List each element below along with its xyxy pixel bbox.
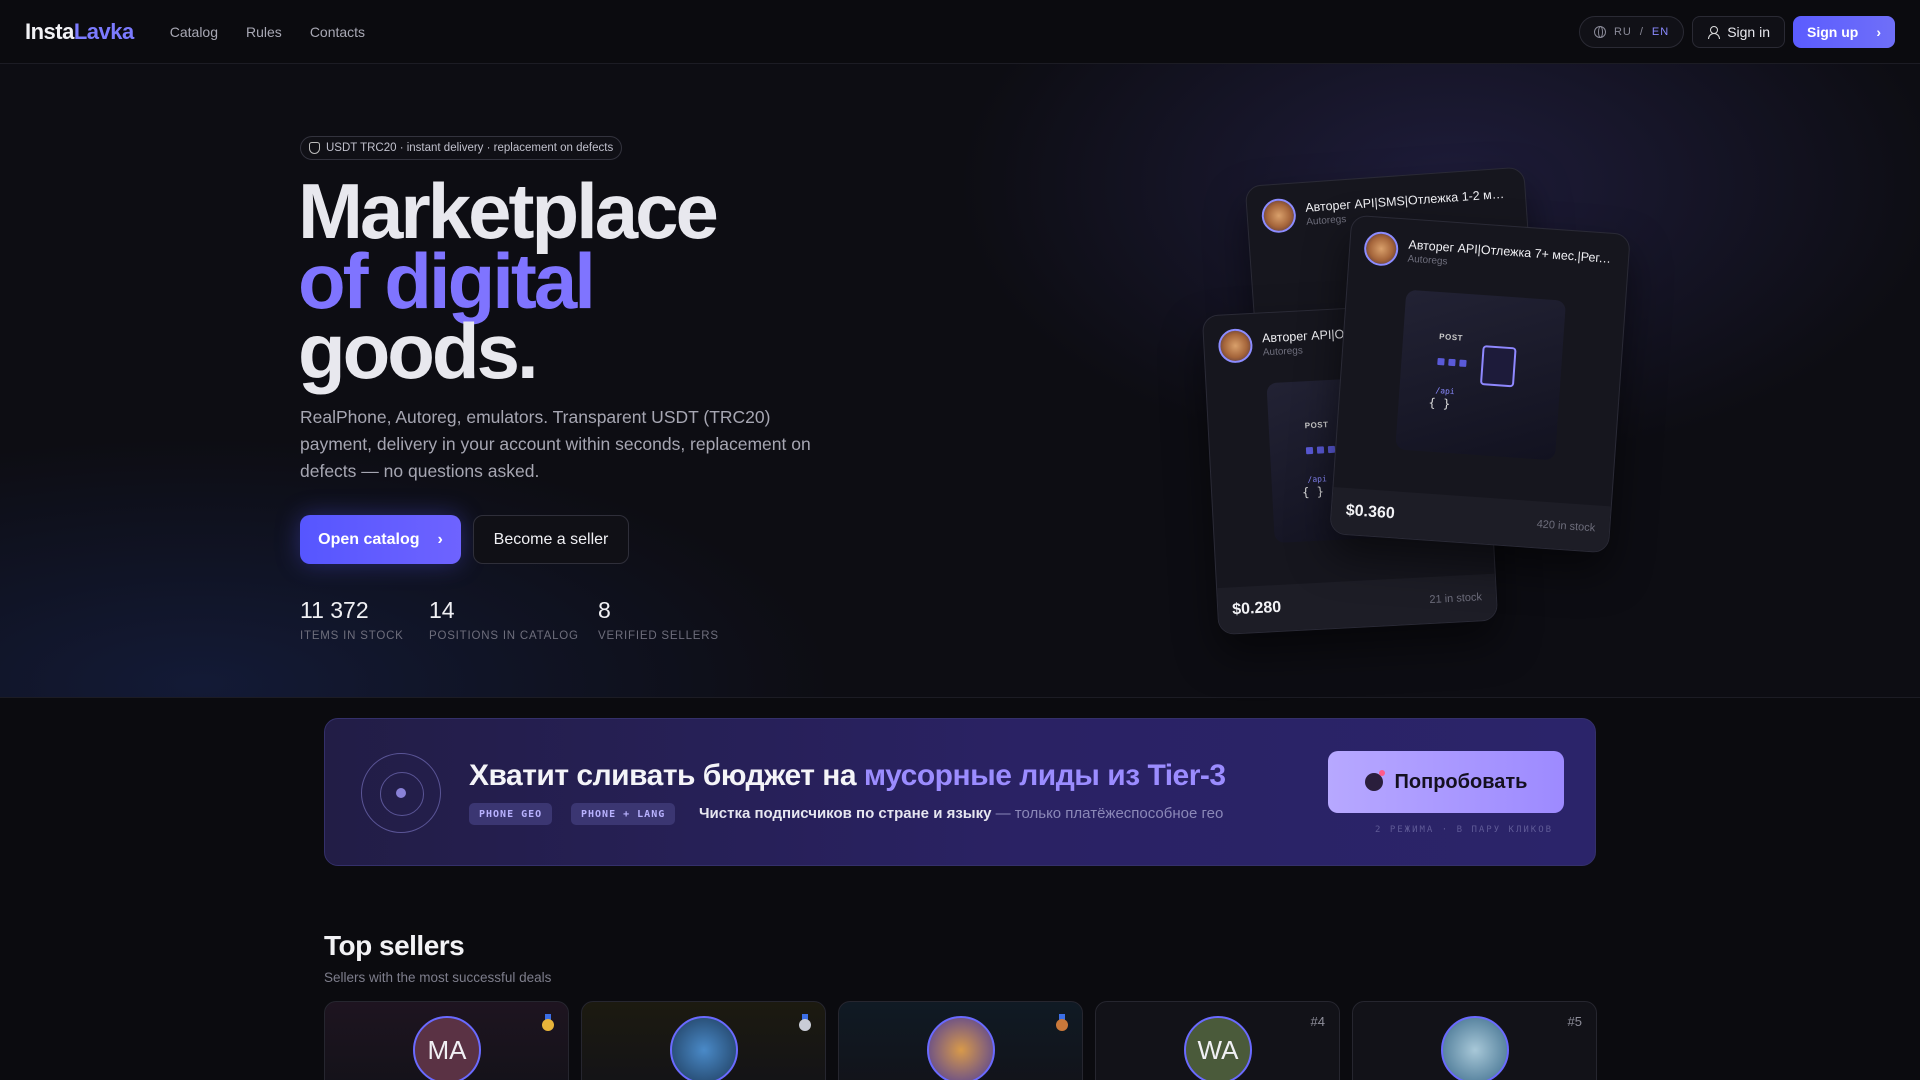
stat-value: 8 (598, 597, 611, 623)
seller-avatar (1260, 197, 1297, 234)
stat-label: VERIFIED SELLERS (598, 630, 719, 642)
card-stock: 21 in stock (1429, 591, 1483, 607)
feature-pill: USDT TRC20 · instant delivery · replacem… (300, 136, 623, 160)
hero-section: USDT TRC20 · instant delivery · replacem… (0, 64, 1920, 698)
avatar-initials: WA (1197, 1034, 1239, 1065)
post-label: POST (1438, 332, 1464, 343)
stat-label: ITEMS IN STOCK (300, 630, 404, 642)
avatar-initials: MA (427, 1034, 467, 1065)
avatar (927, 1016, 995, 1080)
feature-pill-text: USDT TRC20 · instant delivery · replacem… (326, 142, 614, 154)
card-footer: $0.280 21 in stock (1217, 573, 1498, 635)
banner-subtitle-rest: — только платёжеспособное гео (991, 805, 1224, 822)
seller-card[interactable] (838, 1001, 1083, 1080)
api-dots-icon (1305, 445, 1336, 455)
banner-subtitle-bold: Чистка подписчиков по стране и языку (699, 805, 992, 822)
banner-note: 2 РЕЖИМА · В ПАРУ КЛИКОВ (1375, 825, 1554, 835)
stat-items-in-stock: 11 372 ITEMS IN STOCK (300, 597, 404, 642)
banner-tag: PHONE GEO (469, 803, 553, 825)
product-card[interactable]: Авторег API|Отлежка 7+ мес.|Рег. 1... Au… (1329, 214, 1631, 554)
stat-value: 11 372 (300, 597, 369, 623)
chevron-right-icon: › (437, 530, 443, 548)
logo-text-lavka: Lavka (73, 18, 134, 44)
nav-links: Catalog Rules Contacts (170, 24, 365, 40)
bronze-medal-icon (1056, 1014, 1068, 1031)
hero-headline: Marketplace of digital goods. (298, 167, 719, 395)
card-price: $0.360 (1345, 501, 1396, 523)
lang-ru[interactable]: RU (1614, 26, 1632, 38)
document-icon (1479, 345, 1517, 388)
try-button[interactable]: Попробовать (1328, 751, 1564, 813)
api-label: /api (1435, 385, 1455, 397)
site-logo[interactable]: InstaLavka (25, 19, 134, 45)
become-seller-label: Become a seller (493, 530, 609, 548)
card-stock: 420 in stock (1536, 518, 1596, 535)
sign-up-label: Sign up (1807, 23, 1859, 40)
globe-icon (1593, 25, 1606, 38)
stat-label: POSITIONS IN CATALOG (429, 630, 579, 642)
braces-label: { } (1428, 395, 1451, 411)
open-catalog-button[interactable]: Open catalog › (300, 515, 461, 564)
sign-in-label: Sign in (1727, 23, 1770, 40)
banner-tag: PHONE + LANG (571, 803, 676, 825)
nav-link-rules[interactable]: Rules (246, 24, 282, 40)
seller-card[interactable]: MA (324, 1001, 569, 1080)
language-switcher[interactable]: RU / EN (1578, 15, 1685, 48)
card-header: Авторег API|Отлежка 7+ мес.|Рег. 1... Au… (1349, 216, 1630, 283)
promo-banner[interactable]: Хватит сливать бюджет на мусорные лиды и… (324, 718, 1596, 866)
seller-rank: #4 (1310, 1014, 1325, 1029)
logo-text-insta: Insta (25, 18, 74, 44)
banner-title: Хватит сливать бюджет на мусорные лиды и… (469, 759, 1226, 793)
seller-card[interactable] (581, 1001, 826, 1080)
card-image: POST /api { } (1395, 289, 1567, 461)
sign-in-button[interactable]: Sign in (1692, 15, 1785, 48)
card-seller: Autoregs (1262, 344, 1304, 358)
avatar: WA (1184, 1016, 1252, 1080)
silver-medal-icon (799, 1014, 811, 1031)
headline-line-1: Marketplace (298, 167, 719, 255)
api-dots-icon (1437, 357, 1467, 367)
seller-card[interactable]: #5 (1352, 1001, 1597, 1080)
nav-actions: RU / EN Sign in Sign up › (1578, 15, 1895, 48)
sign-up-button[interactable]: Sign up › (1793, 15, 1895, 48)
banner-title-highlight: мусорные лиды из Tier-3 (863, 759, 1226, 792)
card-price: $0.280 (1231, 598, 1282, 619)
headline-line-2: of digital (298, 237, 596, 325)
open-catalog-label: Open catalog (318, 530, 420, 548)
top-navbar: InstaLavka Catalog Rules Contacts RU / E… (0, 0, 1920, 64)
seller-card[interactable]: WA #4 (1095, 1001, 1340, 1080)
nav-link-contacts[interactable]: Contacts (310, 24, 365, 40)
section-subtitle: Sellers with the most successful deals (324, 970, 552, 985)
hero-description: RealPhone, Autoreg, emulators. Transpare… (300, 407, 811, 481)
stat-sellers: 8 VERIFIED SELLERS (598, 597, 719, 642)
lang-separator: / (1639, 25, 1644, 38)
bomb-icon (1364, 770, 1385, 791)
shield-icon (309, 142, 320, 154)
become-seller-button[interactable]: Become a seller (473, 515, 629, 564)
banner-title-part: Хватит сливать бюджет на (469, 759, 864, 792)
avatar (1441, 1016, 1509, 1080)
braces-label: { } (1301, 484, 1325, 500)
api-label: /api (1307, 474, 1328, 485)
seller-avatar (1363, 230, 1400, 267)
seller-rank: #5 (1567, 1014, 1582, 1029)
target-icon (361, 753, 441, 833)
user-icon (1707, 25, 1721, 39)
avatar: MA (413, 1016, 481, 1080)
lang-en[interactable]: EN (1652, 26, 1669, 38)
stat-value: 14 (429, 597, 455, 623)
seller-avatar (1217, 327, 1254, 364)
chevron-right-icon: › (1876, 23, 1881, 40)
gold-medal-icon (542, 1014, 554, 1031)
banner-subtitle: Чистка подписчиков по стране и языку — т… (699, 805, 1223, 822)
post-label: POST (1304, 420, 1329, 431)
stat-positions: 14 POSITIONS IN CATALOG (429, 597, 579, 642)
headline-line-3: goods. (298, 307, 539, 395)
nav-link-catalog[interactable]: Catalog (170, 24, 218, 40)
avatar (670, 1016, 738, 1080)
section-title: Top sellers (324, 930, 465, 961)
try-button-label: Попробовать (1394, 770, 1528, 793)
